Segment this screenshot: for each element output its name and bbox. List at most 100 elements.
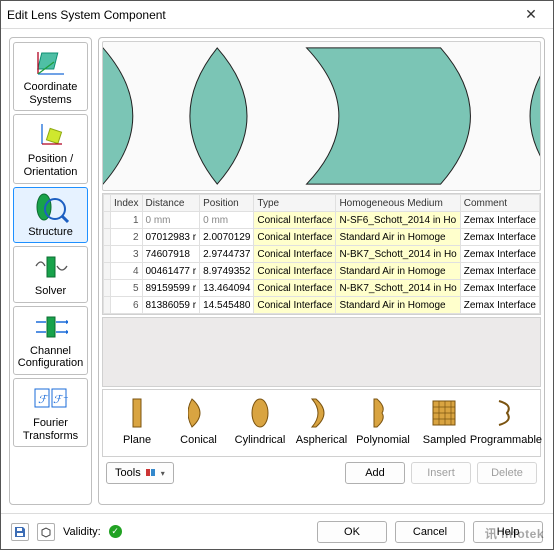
- cell-medium[interactable]: N-SF6_Schott_2014 in Ho: [336, 212, 460, 229]
- cell-comment[interactable]: Zemax Interface: [460, 297, 539, 314]
- palette-label: Polynomial: [356, 434, 410, 446]
- cell-distance[interactable]: 74607918: [142, 246, 200, 263]
- palette-item-plane[interactable]: Plane: [109, 396, 165, 446]
- cell-type[interactable]: Conical Interface: [254, 246, 336, 263]
- cell-medium[interactable]: Standard Air in Homoge: [336, 229, 460, 246]
- cell-position[interactable]: 13.464094: [200, 280, 254, 297]
- surface-palette: Plane Conical Cylindrical Aspherical Polynom…: [102, 389, 541, 457]
- surface-programmable-icon: [491, 396, 521, 430]
- body: Coordinate Systems Position / Orientatio…: [1, 29, 553, 513]
- cell-type[interactable]: Conical Interface: [254, 212, 336, 229]
- preview-3d-icon[interactable]: [37, 523, 55, 541]
- action-row: Tools ▾ Add Insert Delete: [102, 459, 541, 487]
- cell-comment[interactable]: Zemax Interface: [460, 212, 539, 229]
- cell-distance[interactable]: 0 mm: [142, 212, 200, 229]
- cell-comment[interactable]: Zemax Interface: [460, 246, 539, 263]
- cell-index[interactable]: 6: [111, 297, 142, 314]
- sidebar-item-solver[interactable]: Solver: [13, 246, 88, 303]
- surfaces-table[interactable]: Index Distance Position Type Homogeneous…: [102, 193, 541, 315]
- cell-type[interactable]: Conical Interface: [254, 263, 336, 280]
- window: Edit Lens System Component ✕ Coordinate …: [0, 0, 554, 550]
- sidebar-item-structure[interactable]: Structure: [13, 187, 88, 244]
- palette-label: Cylindrical: [235, 434, 286, 446]
- palette-item-conical[interactable]: Conical: [171, 396, 227, 446]
- cell-distance[interactable]: 00461477 r: [142, 263, 200, 280]
- table-row[interactable]: 589159599 r13.464094Conical InterfaceN-B…: [104, 280, 540, 297]
- cell-position[interactable]: 0 mm: [200, 212, 254, 229]
- close-icon[interactable]: ✕: [515, 4, 547, 26]
- col-comment[interactable]: Comment: [460, 195, 539, 212]
- cell-type[interactable]: Conical Interface: [254, 229, 336, 246]
- cell-distance[interactable]: 81386059 r: [142, 297, 200, 314]
- table-row[interactable]: 207012983 r2.0070129Conical InterfaceSta…: [104, 229, 540, 246]
- palette-item-programmable[interactable]: Programmable: [478, 396, 534, 446]
- palette-item-sampled[interactable]: Sampled: [416, 396, 472, 446]
- cell-index[interactable]: 2: [111, 229, 142, 246]
- save-icon[interactable]: [11, 523, 29, 541]
- cell-position[interactable]: 2.0070129: [200, 229, 254, 246]
- sidebar-item-fourier-transforms[interactable]: ℱ ℱ⁻¹ Fourier Transforms: [13, 378, 88, 447]
- cell-medium[interactable]: N-BK7_Schott_2014 in Ho: [336, 280, 460, 297]
- ok-button[interactable]: OK: [317, 521, 387, 543]
- sidebar-item-label: Position / Orientation: [16, 153, 85, 178]
- axes-cube-icon: [33, 47, 69, 79]
- cell-index[interactable]: 4: [111, 263, 142, 280]
- cell-position[interactable]: 14.545480: [200, 297, 254, 314]
- sidebar-item-label: Fourier Transforms: [16, 417, 85, 442]
- palette-item-cylindrical[interactable]: Cylindrical: [232, 396, 288, 446]
- fourier-icon: ℱ ℱ⁻¹: [33, 383, 69, 415]
- validity-label: Validity:: [63, 526, 101, 538]
- solver-icon: [33, 251, 69, 283]
- surface-aspherical-icon: [306, 396, 336, 430]
- tools-button[interactable]: Tools ▾: [106, 462, 174, 484]
- table-row[interactable]: 400461477 r8.9749352Conical InterfaceSta…: [104, 263, 540, 280]
- insert-button[interactable]: Insert: [411, 462, 471, 484]
- sidebar-item-label: Solver: [35, 285, 66, 298]
- chevron-down-icon: ▾: [161, 469, 165, 478]
- channel-icon: [33, 311, 69, 343]
- cell-distance[interactable]: 07012983 r: [142, 229, 200, 246]
- cell-comment[interactable]: Zemax Interface: [460, 229, 539, 246]
- palette-label: Plane: [123, 434, 151, 446]
- col-type[interactable]: Type: [254, 195, 336, 212]
- sidebar-item-label: Structure: [28, 226, 73, 239]
- add-button[interactable]: Add: [345, 462, 405, 484]
- col-index[interactable]: Index: [111, 195, 142, 212]
- table-header-row: Index Distance Position Type Homogeneous…: [104, 195, 540, 212]
- cell-position[interactable]: 8.9749352: [200, 263, 254, 280]
- tools-label: Tools: [115, 467, 141, 479]
- palette-label: Aspherical: [296, 434, 347, 446]
- titlebar: Edit Lens System Component ✕: [1, 1, 553, 29]
- cell-position[interactable]: 2.9744737: [200, 246, 254, 263]
- content-panel: Index Distance Position Type Homogeneous…: [98, 37, 545, 505]
- cell-comment[interactable]: Zemax Interface: [460, 280, 539, 297]
- cell-medium[interactable]: Standard Air in Homoge: [336, 297, 460, 314]
- cell-comment[interactable]: Zemax Interface: [460, 263, 539, 280]
- sidebar-item-label: Channel Configuration: [16, 345, 85, 370]
- table-row[interactable]: 681386059 r14.545480Conical InterfaceSta…: [104, 297, 540, 314]
- palette-item-polynomial[interactable]: Polynomial: [355, 396, 411, 446]
- col-distance[interactable]: Distance: [142, 195, 200, 212]
- cell-type[interactable]: Conical Interface: [254, 297, 336, 314]
- table-row[interactable]: 3746079182.9744737Conical InterfaceN-BK7…: [104, 246, 540, 263]
- table-row[interactable]: 10 mm0 mmConical InterfaceN-SF6_Schott_2…: [104, 212, 540, 229]
- palette-item-aspherical[interactable]: Aspherical: [293, 396, 349, 446]
- help-button[interactable]: Help: [473, 521, 543, 543]
- surface-polynomial-icon: [368, 396, 398, 430]
- delete-button[interactable]: Delete: [477, 462, 537, 484]
- cell-type[interactable]: Conical Interface: [254, 280, 336, 297]
- cell-medium[interactable]: N-BK7_Schott_2014 in Ho: [336, 246, 460, 263]
- cell-index[interactable]: 3: [111, 246, 142, 263]
- cell-medium[interactable]: Standard Air in Homoge: [336, 263, 460, 280]
- cell-distance[interactable]: 89159599 r: [142, 280, 200, 297]
- sidebar-item-position-orientation[interactable]: Position / Orientation: [13, 114, 88, 183]
- sidebar-item-coordinate-systems[interactable]: Coordinate Systems: [13, 42, 88, 111]
- sidebar-item-channel-configuration[interactable]: Channel Configuration: [13, 306, 88, 375]
- cancel-button[interactable]: Cancel: [395, 521, 465, 543]
- col-medium[interactable]: Homogeneous Medium: [336, 195, 460, 212]
- col-position[interactable]: Position: [200, 195, 254, 212]
- cell-index[interactable]: 1: [111, 212, 142, 229]
- cell-index[interactable]: 5: [111, 280, 142, 297]
- palette-label: Programmable: [470, 434, 542, 446]
- surface-conical-icon: [184, 396, 214, 430]
